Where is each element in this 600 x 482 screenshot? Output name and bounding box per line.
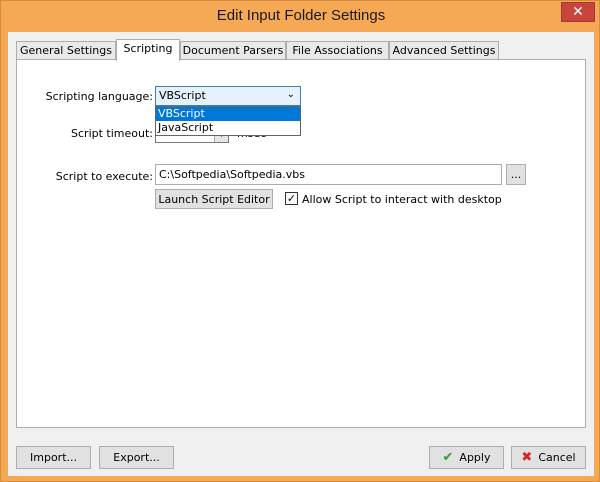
- close-button[interactable]: ✕: [561, 2, 595, 22]
- scripting-language-select[interactable]: VBScript ⌄: [155, 86, 301, 106]
- close-icon: ✕: [572, 4, 584, 20]
- scripting-panel: Scripting language: VBScript ⌄ VBScript …: [16, 59, 586, 428]
- option-javascript[interactable]: JavaScript: [156, 121, 300, 135]
- script-execute-label: Script to execute:: [55, 170, 153, 183]
- browse-button[interactable]: ...: [506, 164, 526, 185]
- cancel-button[interactable]: ✖ Cancel: [511, 446, 586, 469]
- tab-advanced-settings[interactable]: Advanced Settings: [389, 41, 499, 60]
- tab-scripting[interactable]: Scripting: [116, 39, 180, 61]
- tab-document-parsers[interactable]: Document Parsers: [180, 41, 286, 60]
- option-vbscript[interactable]: VBScript: [156, 107, 300, 121]
- script-timeout-label: Script timeout:: [71, 127, 153, 140]
- dialog-window: Edit Input Folder Settings ✕ General Set…: [0, 0, 600, 482]
- check-icon: ✔: [442, 450, 454, 465]
- tab-file-associations[interactable]: File Associations: [286, 41, 389, 60]
- scripting-language-label: Scripting language:: [45, 90, 153, 103]
- checkmark-icon: ✓: [286, 192, 297, 205]
- title-bar[interactable]: Edit Input Folder Settings ✕: [1, 1, 600, 32]
- apply-button[interactable]: ✔ Apply: [429, 446, 504, 469]
- window-title: Edit Input Folder Settings: [216, 7, 386, 24]
- scripting-language-dropdown: VBScript JavaScript: [155, 106, 301, 136]
- launch-script-editor-button[interactable]: Launch Script Editor: [155, 189, 273, 209]
- export-button[interactable]: Export...: [99, 446, 174, 469]
- script-path-input[interactable]: C:\Softpedia\Softpedia.vbs: [155, 164, 502, 185]
- cancel-icon: ✖: [521, 450, 533, 465]
- tab-general-settings[interactable]: General Settings: [16, 41, 116, 60]
- client-area: General Settings Scripting Document Pars…: [8, 32, 594, 476]
- chevron-down-icon: ⌄: [286, 89, 295, 100]
- import-button[interactable]: Import...: [16, 446, 91, 469]
- allow-interact-checkbox[interactable]: ✓: [285, 192, 298, 205]
- allow-interact-label: Allow Script to interact with desktop: [302, 193, 502, 206]
